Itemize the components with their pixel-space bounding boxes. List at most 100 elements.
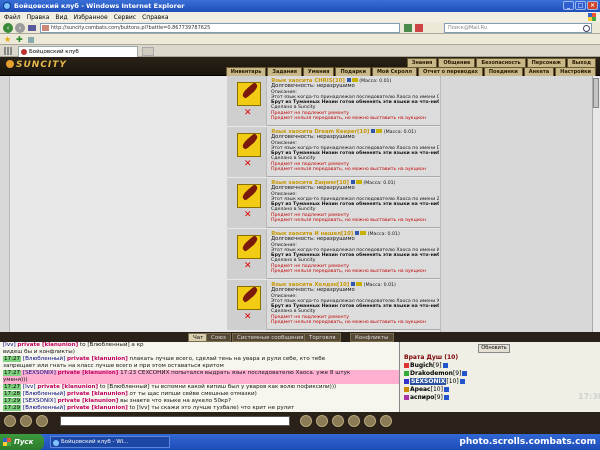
chat-private-tag[interactable]: private [klanunion] bbox=[67, 405, 128, 411]
delete-item-icon[interactable]: ✕ bbox=[244, 313, 252, 322]
menu-edit[interactable]: Правка bbox=[27, 14, 50, 21]
chat-nick[interactable]: [Влюбленный] bbox=[23, 391, 65, 397]
tab-combats[interactable]: Бойцовский клуб bbox=[18, 46, 138, 57]
scrollbar-thumb[interactable] bbox=[593, 78, 599, 108]
clear-icon[interactable] bbox=[20, 415, 32, 427]
room-user[interactable]: Apeac[10] bbox=[404, 386, 524, 393]
delete-item-icon[interactable]: ✕ bbox=[244, 211, 252, 220]
send-icon[interactable] bbox=[300, 415, 312, 427]
chat-message-input[interactable] bbox=[60, 416, 290, 426]
user-info-icon[interactable] bbox=[442, 363, 448, 368]
user-name[interactable]: Bugich bbox=[410, 362, 433, 369]
chat-nick[interactable]: [Ivv] bbox=[3, 342, 16, 348]
chaos-tongue-icon[interactable] bbox=[237, 286, 261, 310]
user-name[interactable]: SEXSONIX bbox=[410, 378, 447, 385]
chat-private-tag[interactable]: private [klanunion] bbox=[67, 356, 128, 362]
url-input[interactable]: http://suncity.combats.com/buttons.pl?ba… bbox=[40, 23, 400, 33]
room-user[interactable]: SEXSONIX[10] bbox=[404, 378, 524, 385]
chat-time[interactable]: 17:27 bbox=[3, 356, 22, 362]
info-icon[interactable] bbox=[355, 231, 360, 235]
info-icon[interactable] bbox=[350, 180, 355, 184]
search-icon[interactable] bbox=[583, 25, 590, 32]
private-icon[interactable] bbox=[404, 379, 409, 384]
menu-tools[interactable]: Сервис bbox=[114, 14, 136, 21]
chat-time[interactable]: 17:29 bbox=[3, 398, 22, 404]
chat-time[interactable]: 17:28 bbox=[3, 391, 22, 397]
search-input[interactable]: Поиск@Mail.Ru bbox=[444, 23, 592, 33]
chat-nick[interactable]: [Влюбленный] bbox=[23, 356, 65, 362]
chat-nick[interactable]: [SEXSONIX] bbox=[23, 370, 56, 376]
tab-union[interactable]: Союз bbox=[206, 333, 231, 342]
smile-icon[interactable] bbox=[4, 415, 16, 427]
chat-time[interactable]: 17:27 bbox=[3, 384, 22, 390]
new-tab-button[interactable] bbox=[142, 47, 154, 56]
add-favorite-icon[interactable]: ✚ bbox=[16, 35, 23, 44]
menu-favorites[interactable]: Избранное bbox=[74, 14, 108, 21]
favorites-dropdown-icon[interactable] bbox=[28, 37, 34, 43]
minimize-button[interactable]: _ bbox=[563, 1, 574, 10]
room-user[interactable]: аспиро[9] bbox=[404, 394, 524, 401]
info-icon[interactable] bbox=[351, 282, 356, 286]
chat-private-tag[interactable]: private [klanunion] bbox=[67, 391, 128, 397]
user-info-icon[interactable] bbox=[459, 379, 465, 384]
taskbar-item-ie[interactable]: Бойцовский клуб - Wi... bbox=[50, 436, 170, 448]
menu-help[interactable]: Справка bbox=[142, 14, 168, 21]
refresh-button[interactable]: Обновить bbox=[478, 344, 510, 353]
filter-icon[interactable] bbox=[36, 415, 48, 427]
user-info-icon[interactable] bbox=[443, 395, 449, 400]
chat-sound-icon[interactable] bbox=[348, 415, 360, 427]
chat-private-tag[interactable]: private [klanunion] bbox=[58, 370, 119, 376]
chat-nick[interactable]: [Ivv] bbox=[23, 384, 36, 390]
forward-arrow-icon[interactable]: › bbox=[15, 23, 25, 33]
chaos-tongue-icon[interactable] bbox=[237, 133, 261, 157]
user-name[interactable]: Drakodemon bbox=[410, 370, 453, 377]
room-user[interactable]: Bugich[9] bbox=[404, 362, 524, 369]
user-info-icon[interactable] bbox=[443, 387, 449, 392]
delete-item-icon[interactable]: ✕ bbox=[244, 262, 252, 271]
user-name[interactable]: аспиро bbox=[410, 394, 434, 401]
private-icon[interactable] bbox=[404, 395, 409, 400]
chat-nick[interactable]: [Влюбленный] bbox=[23, 405, 65, 411]
room-user[interactable]: Drakodemon[9] bbox=[404, 370, 524, 377]
back-arrow-icon[interactable]: ‹ bbox=[3, 23, 13, 33]
chaos-tongue-icon[interactable] bbox=[237, 82, 261, 106]
chat-private-tag[interactable]: private [klanunion] bbox=[37, 384, 98, 390]
chat-nick[interactable]: [SEXSONIX] bbox=[23, 398, 56, 404]
chat-private-tag[interactable]: private [klanunion] bbox=[58, 398, 119, 404]
start-label: Пуск bbox=[14, 438, 34, 446]
menu-file[interactable]: Файл bbox=[4, 14, 21, 21]
tab-system-messages[interactable]: Системные сообщения bbox=[232, 333, 309, 342]
chat-exit-icon[interactable] bbox=[380, 415, 392, 427]
chat-time[interactable]: 17:27 bbox=[3, 370, 22, 376]
stop-icon[interactable] bbox=[415, 24, 423, 32]
maximize-button[interactable]: □ bbox=[575, 1, 586, 10]
chat-private-tag[interactable]: private [klanunion] bbox=[17, 342, 78, 348]
user-name[interactable]: Apeac bbox=[410, 386, 431, 393]
close-button[interactable]: × bbox=[587, 1, 598, 10]
menu-view[interactable]: Вид bbox=[55, 14, 67, 21]
private-icon[interactable] bbox=[404, 371, 409, 376]
chat-scroll-icon[interactable] bbox=[364, 415, 376, 427]
refresh-icon[interactable] bbox=[404, 24, 412, 32]
start-button[interactable]: Пуск bbox=[0, 434, 44, 450]
private-icon[interactable] bbox=[404, 363, 409, 368]
page-dropdown-icon[interactable] bbox=[28, 25, 36, 31]
chat-time[interactable]: 17:29 bbox=[3, 405, 22, 411]
chaos-tongue-icon[interactable] bbox=[237, 184, 261, 208]
chat-options-icon[interactable] bbox=[316, 415, 328, 427]
info-icon[interactable] bbox=[371, 129, 376, 133]
delete-item-icon[interactable]: ✕ bbox=[244, 160, 252, 169]
favorites-star-icon[interactable]: ★ bbox=[4, 35, 11, 44]
user-info-icon[interactable] bbox=[462, 371, 468, 376]
page-scrollbar[interactable] bbox=[592, 76, 600, 332]
tab-conflicts[interactable]: Конфликты bbox=[350, 333, 394, 342]
game-logo: SUNCITY bbox=[6, 60, 67, 70]
chat-settings-icon[interactable] bbox=[332, 415, 344, 427]
search-text: Поиск@Mail.Ru bbox=[448, 25, 488, 31]
quick-tabs-icon[interactable] bbox=[4, 47, 13, 55]
tab-trade[interactable]: Торговля bbox=[304, 333, 341, 342]
private-icon[interactable] bbox=[404, 387, 409, 392]
info-icon[interactable] bbox=[346, 78, 351, 82]
chaos-tongue-icon[interactable] bbox=[237, 235, 261, 259]
delete-item-icon[interactable]: ✕ bbox=[244, 109, 252, 118]
